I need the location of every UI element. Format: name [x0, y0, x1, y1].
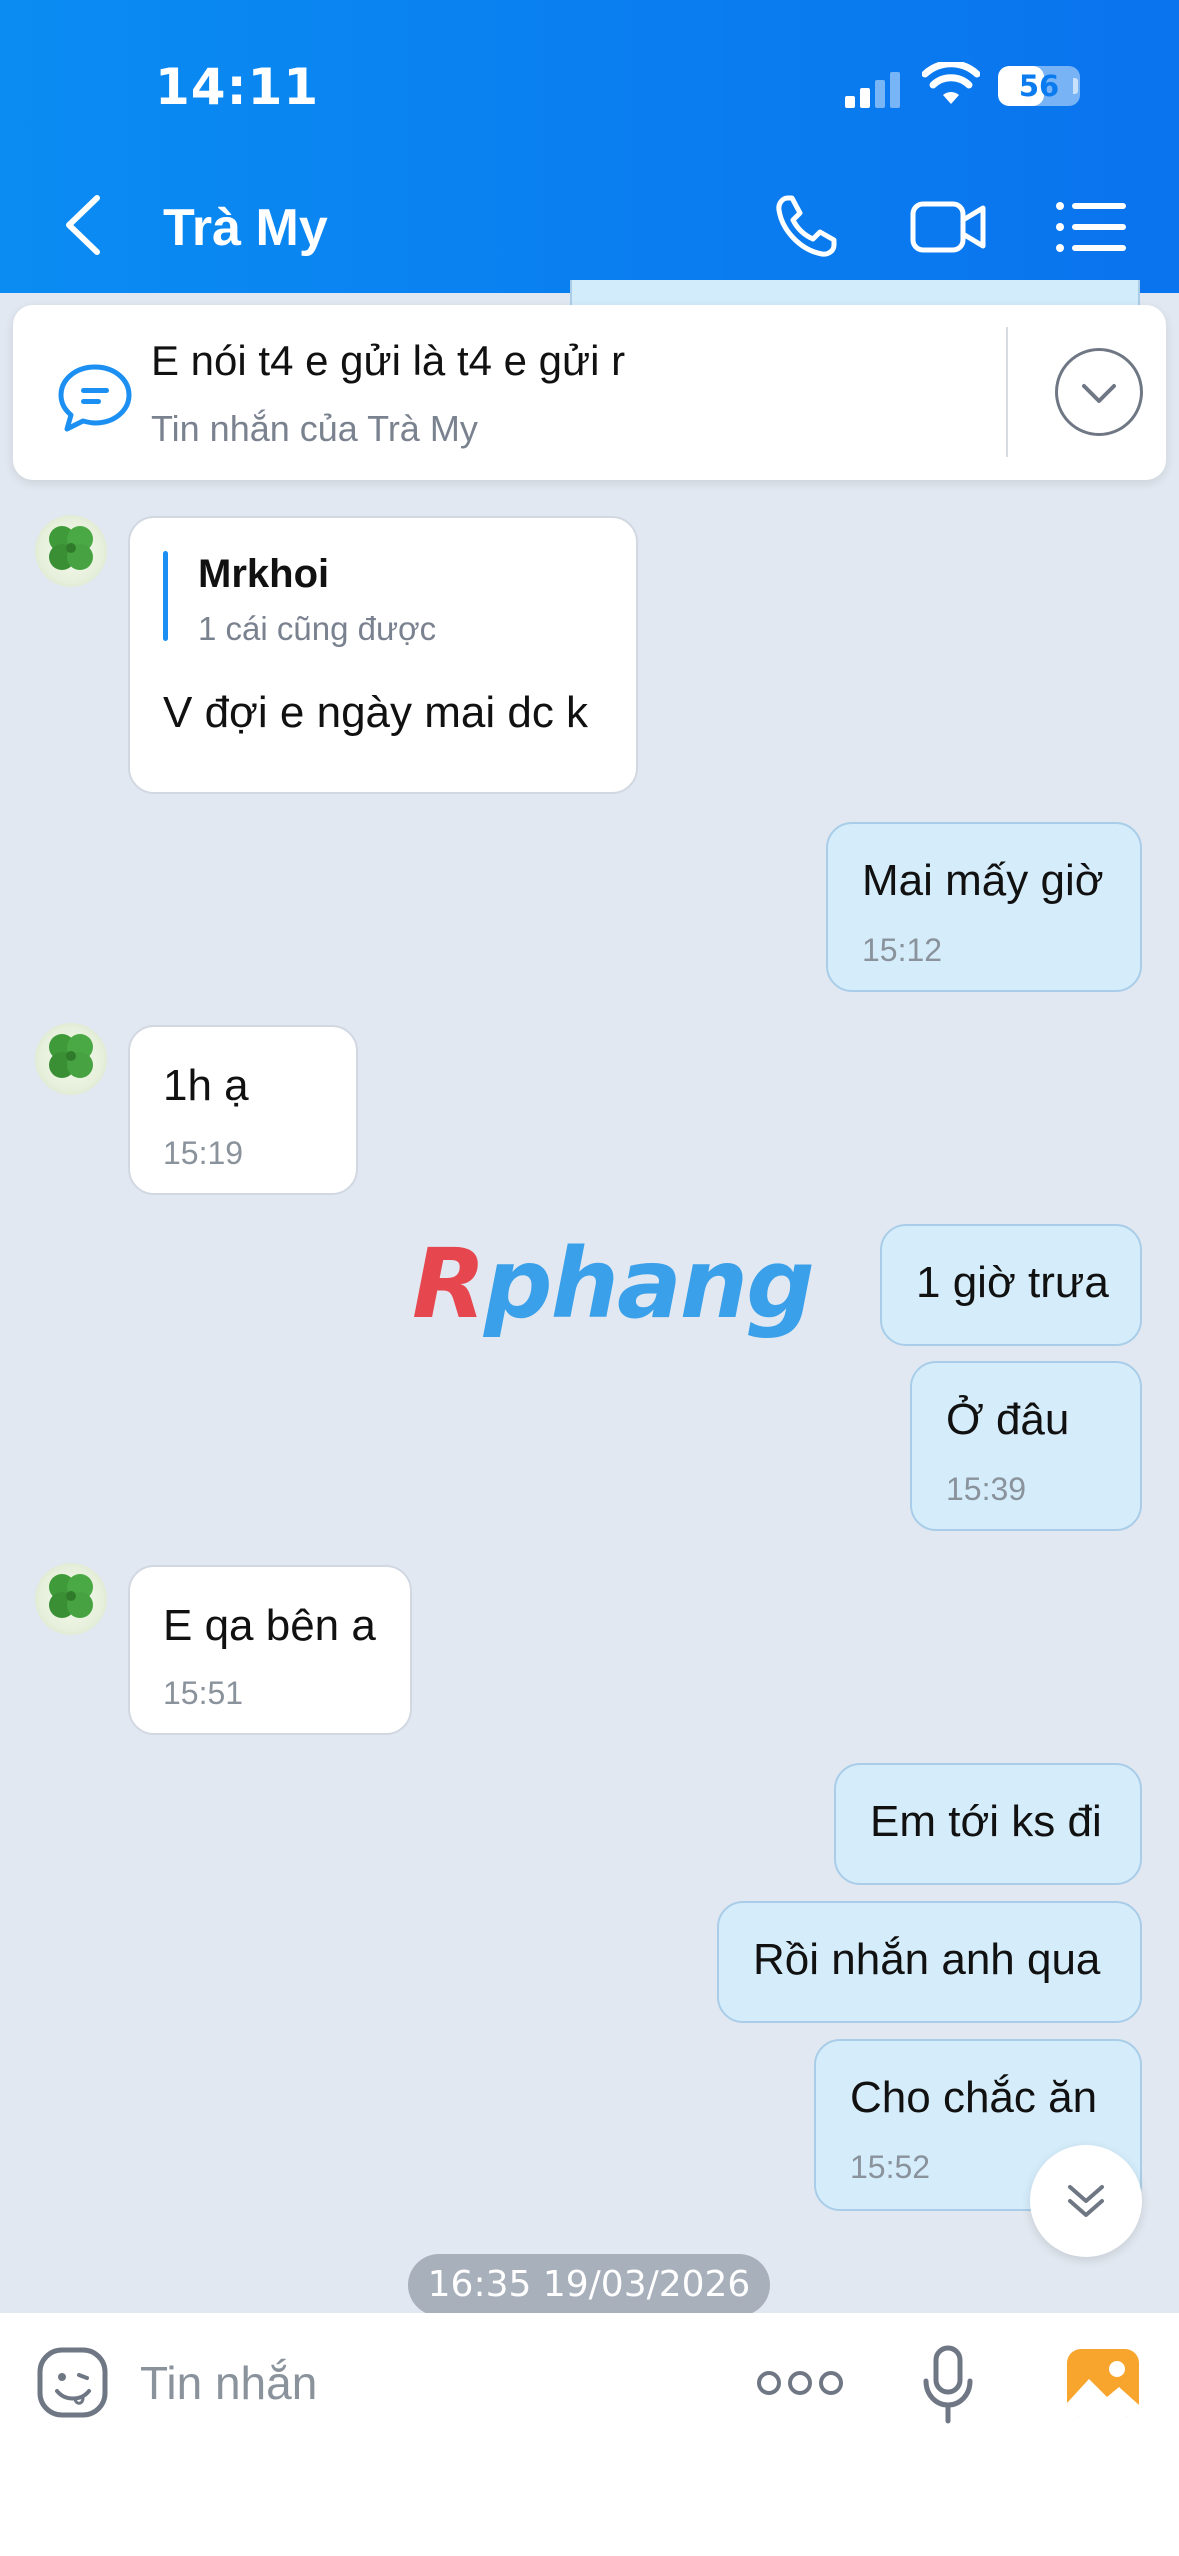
message-bubble-outgoing[interactable]: 1 giờ trưa [880, 1224, 1142, 1346]
list-menu-icon[interactable] [1052, 190, 1132, 264]
photo-icon[interactable] [1065, 2347, 1141, 2419]
battery-tip [1073, 78, 1078, 94]
back-icon[interactable] [55, 190, 115, 260]
message-text: Mai mấy giờ [862, 856, 1104, 905]
message-icon [58, 364, 132, 432]
phone-icon[interactable] [770, 190, 850, 264]
scroll-to-bottom-button[interactable] [1030, 2145, 1142, 2257]
message-bubble-outgoing[interactable]: Mai mấy giờ 15:12 [826, 822, 1142, 992]
message-bubble-incoming[interactable]: 1h ạ 15:19 [128, 1025, 358, 1195]
quote-author: Mrkhoi [198, 552, 330, 596]
chat-header: 14:11 56 Trà My [0, 0, 1179, 293]
message-input[interactable] [140, 2343, 700, 2423]
message-text: Rồi nhắn anh qua [753, 1935, 1101, 1984]
avatar[interactable] [35, 1563, 107, 1635]
wifi-icon [922, 62, 980, 104]
pinned-message[interactable]: E nói t4 e gửi là t4 e gửi r Tin nhắn củ… [13, 305, 1166, 480]
clover-icon [49, 1574, 93, 1618]
message-time: 15:19 [163, 1135, 244, 1171]
more-icon[interactable] [755, 2361, 845, 2406]
status-time: 14:11 [155, 58, 320, 116]
clover-icon [49, 1034, 93, 1078]
message-text: V đợi e ngày mai dc k [163, 688, 589, 737]
microphone-icon[interactable] [918, 2343, 978, 2427]
message-text: Ở đâu [946, 1395, 1070, 1444]
signal-icon [845, 72, 900, 108]
message-text: 1 giờ trưa [916, 1258, 1109, 1307]
date-divider: 16:35 19/03/2026 [408, 2254, 770, 2316]
video-call-icon[interactable] [908, 190, 988, 264]
clover-icon [49, 526, 93, 570]
battery-indicator: 56 [998, 66, 1080, 106]
avatar[interactable] [35, 515, 107, 587]
quote-text: 1 cái cũng được [198, 610, 437, 647]
expand-pinned-button[interactable] [1055, 348, 1143, 436]
message-input-bar [0, 2313, 1179, 2556]
double-chevron-down-icon [1068, 2185, 1104, 2217]
emoji-icon[interactable] [35, 2345, 110, 2420]
chat-title[interactable]: Trà My [163, 198, 328, 258]
message-bubble-outgoing[interactable]: Rồi nhắn anh qua [717, 1901, 1142, 2023]
message-time: 15:52 [850, 2149, 931, 2185]
pinned-message-text: E nói t4 e gửi là t4 e gửi r [151, 337, 626, 384]
message-text: E qa bên a [163, 1601, 376, 1650]
message-text: Cho chắc ăn [850, 2073, 1098, 2122]
divider [1006, 327, 1008, 457]
message-text: 1h ạ [163, 1061, 249, 1110]
message-bubble-incoming[interactable]: E qa bên a 15:51 [128, 1565, 412, 1735]
message-time: 15:12 [862, 932, 943, 968]
watermark-logo: Rphang [412, 1228, 815, 1340]
quote-bar [163, 551, 168, 641]
message-time: 15:39 [946, 1471, 1027, 1507]
message-time: 15:51 [163, 1675, 244, 1711]
avatar[interactable] [35, 1023, 107, 1095]
message-text: Em tới ks đi [870, 1797, 1102, 1846]
message-bubble-incoming[interactable]: Mrkhoi 1 cái cũng được V đợi e ngày mai … [128, 516, 638, 794]
message-bubble-outgoing[interactable]: Ở đâu 15:39 [910, 1361, 1142, 1531]
pinned-message-subtitle: Tin nhắn của Trà My [151, 408, 478, 449]
chevron-down-icon [1082, 384, 1116, 403]
message-bubble-outgoing[interactable]: Em tới ks đi [834, 1763, 1142, 1885]
battery-percent: 56 [1018, 69, 1060, 103]
